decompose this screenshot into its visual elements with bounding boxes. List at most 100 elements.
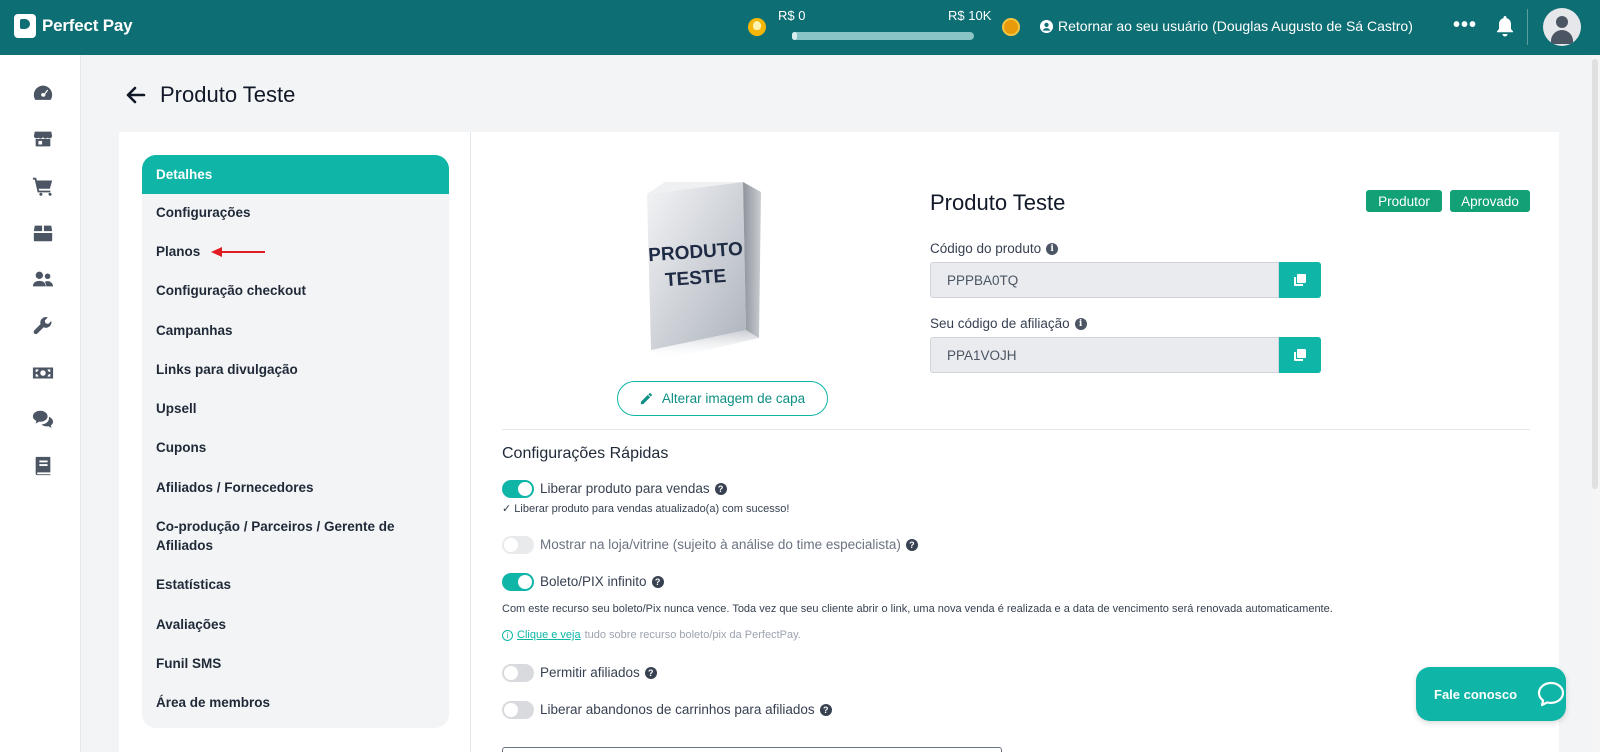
affiliate-code-label: Seu código de afiliação i — [930, 316, 1087, 331]
release-success-message: ✓ Liberar produto para vendas atualizado… — [502, 503, 790, 515]
scrollbar-thumb[interactable] — [1592, 59, 1598, 489]
more-options-icon[interactable]: ••• — [1453, 14, 1477, 37]
avatar[interactable] — [1543, 8, 1581, 46]
question-icon[interactable]: ? — [651, 575, 664, 588]
copy-icon — [1294, 349, 1306, 361]
boleto-pix-help-line: i Clique e veja tudo sobre recurso bolet… — [502, 629, 801, 641]
info-icon[interactable]: i — [1046, 242, 1059, 255]
contact-us-button[interactable]: Fale conosco — [1416, 667, 1566, 721]
question-icon[interactable]: ? — [819, 703, 832, 716]
copy-product-code-button[interactable] — [1279, 262, 1321, 298]
menu-item-avaliacoes[interactable]: Avaliações — [142, 615, 449, 634]
menu-item-cupons[interactable]: Cupons — [142, 438, 449, 457]
info-icon[interactable]: i — [1074, 317, 1087, 330]
allow-affiliates-label: Permitir afiliados ? — [540, 665, 657, 680]
cart-icon[interactable] — [32, 175, 54, 197]
show-in-store-toggle[interactable] — [502, 536, 534, 554]
bell-icon[interactable] — [1495, 15, 1515, 37]
left-nav-rail — [0, 55, 81, 752]
menu-item-afiliados-fornecedores[interactable]: Afiliados / Fornecedores — [142, 478, 449, 497]
copy-icon — [1294, 274, 1306, 286]
affiliate-code-field[interactable]: PPA1VOJH — [930, 337, 1279, 373]
return-to-user-label: Retornar ao seu usuário (Douglas Augusto… — [1058, 18, 1413, 34]
boleto-pix-help-link[interactable]: Clique e veja — [517, 629, 581, 641]
users-icon[interactable] — [32, 268, 54, 290]
change-cover-label: Alterar imagem de capa — [661, 391, 806, 406]
cart-abandon-label-text: Liberar abandonos de carrinhos para afil… — [540, 702, 815, 717]
product-code-label: Código do produto i — [930, 241, 1059, 256]
coin-icon — [1002, 18, 1020, 36]
show-in-store-label-text: Mostrar na loja/vitrine (sujeito à análi… — [540, 537, 901, 552]
menu-item-configuracoes[interactable]: Configurações — [142, 203, 449, 222]
brand-logo[interactable]: Perfect Pay — [14, 14, 133, 38]
affiliate-code-label-text: Seu código de afiliação — [930, 316, 1070, 331]
producer-badge: Produtor — [1366, 190, 1442, 212]
release-sales-label-text: Liberar produto para vendas — [540, 481, 710, 496]
pencil-icon — [640, 393, 652, 405]
money-icon[interactable] — [32, 362, 54, 384]
boleto-pix-infinite-label: Boleto/PIX infinito ? — [540, 574, 664, 589]
header-divider — [1527, 9, 1528, 45]
change-cover-button[interactable]: Alterar imagem de capa — [617, 381, 828, 416]
menu-item-upsell[interactable]: Upsell — [142, 399, 449, 418]
back-arrow-icon[interactable] — [124, 84, 146, 106]
product-menu: Detalhes Configurações Planos Configuraç… — [142, 155, 449, 728]
page-scrollbar[interactable] — [1590, 55, 1600, 752]
question-icon[interactable]: ? — [905, 538, 918, 551]
goal-progress-fill — [792, 32, 798, 40]
user-circle-icon — [1040, 19, 1053, 33]
revenue-goal: R$ 0 R$ 10K — [748, 8, 1020, 48]
menu-item-co-producao[interactable]: Co-produção / Parceiros / Gerente de Afi… — [142, 517, 422, 555]
product-cover-image: PRODUTO TESTE — [647, 182, 761, 360]
menu-item-estatisticas[interactable]: Estatísticas — [142, 575, 449, 594]
product-name: Produto Teste — [930, 190, 1066, 215]
chat-icon[interactable] — [32, 408, 54, 430]
contact-us-label: Fale conosco — [1434, 686, 1518, 702]
show-in-store-label: Mostrar na loja/vitrine (sujeito à análi… — [540, 537, 918, 552]
page-header: Produto Teste — [124, 82, 295, 108]
return-to-user-link[interactable]: Retornar ao seu usuário (Douglas Augusto… — [1040, 18, 1413, 34]
question-icon[interactable]: ? — [714, 482, 727, 495]
boleto-pix-help-text: tudo sobre recurso boleto/pix da Perfect… — [584, 629, 801, 641]
next-field-partial[interactable] — [502, 747, 1002, 752]
chat-bubble-icon — [1537, 681, 1565, 707]
menu-item-configuracao-checkout[interactable]: Configuração checkout — [142, 281, 449, 300]
boleto-pix-infinite-toggle[interactable] — [502, 573, 534, 591]
allow-affiliates-label-text: Permitir afiliados — [540, 665, 640, 680]
cart-abandon-affiliates-label: Liberar abandonos de carrinhos para afil… — [540, 702, 832, 717]
boleto-pix-label-text: Boleto/PIX infinito — [540, 574, 647, 589]
lightbulb-icon — [748, 18, 766, 36]
product-box-line2: TESTE — [664, 266, 727, 291]
question-icon[interactable]: ? — [644, 666, 657, 679]
dashboard-icon[interactable] — [32, 82, 54, 104]
card-divider — [470, 132, 471, 752]
info-circle-icon: i — [502, 629, 513, 641]
allow-affiliates-toggle[interactable] — [502, 664, 534, 682]
book-icon[interactable] — [32, 455, 54, 477]
copy-affiliate-code-button[interactable] — [1279, 337, 1321, 373]
top-bar: Perfect Pay R$ 0 R$ 10K Retornar ao seu … — [0, 0, 1600, 55]
cart-abandon-affiliates-toggle[interactable] — [502, 701, 534, 719]
release-sales-toggle[interactable] — [502, 480, 534, 498]
annotation-arrow-icon — [211, 247, 265, 257]
boleto-pix-description: Com este recurso seu boleto/Pix nunca ve… — [502, 603, 1333, 615]
store-icon[interactable] — [32, 128, 54, 150]
menu-item-links-divulgacao[interactable]: Links para divulgação — [142, 360, 449, 379]
logo-icon — [14, 14, 36, 38]
release-sales-label: Liberar produto para vendas ? — [540, 481, 727, 496]
box-icon[interactable] — [32, 222, 54, 244]
goal-min-label: R$ 0 — [778, 8, 806, 23]
section-divider — [502, 429, 1530, 430]
menu-item-campanhas[interactable]: Campanhas — [142, 321, 449, 340]
wrench-icon[interactable] — [32, 315, 54, 337]
brand-name: Perfect Pay — [42, 16, 133, 35]
product-code-field[interactable]: PPPBA0TQ — [930, 262, 1279, 298]
product-code-label-text: Código do produto — [930, 241, 1042, 256]
menu-item-funil-sms[interactable]: Funil SMS — [142, 654, 449, 673]
menu-item-detalhes[interactable]: Detalhes — [142, 155, 449, 194]
menu-item-area-membros[interactable]: Área de membros — [142, 693, 449, 712]
menu-item-planos[interactable]: Planos — [142, 242, 449, 261]
goal-max-label: R$ 10K — [948, 8, 992, 23]
approved-badge: Aprovado — [1450, 190, 1530, 212]
quick-settings-title: Configurações Rápidas — [502, 445, 669, 462]
